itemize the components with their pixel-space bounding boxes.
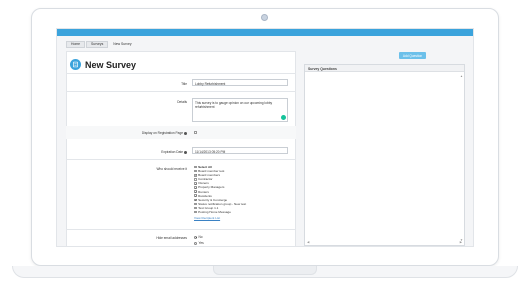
grammarly-icon[interactable] xyxy=(281,115,286,120)
recipient-option[interactable]: Posting Home Message xyxy=(194,210,246,214)
breadcrumb-surveys[interactable]: Surveys xyxy=(86,40,109,48)
top-navigation-bar xyxy=(57,29,473,36)
details-label: Details xyxy=(177,100,187,104)
recipients-list: Select All Board member test Board membe… xyxy=(194,165,246,220)
survey-questions-header: Survey Questions xyxy=(305,65,464,72)
hide-email-label: Hide email addresses xyxy=(156,236,187,240)
recipient-checkbox[interactable] xyxy=(194,173,197,177)
recipients-label: Who should receive it xyxy=(156,167,187,171)
page-title: New Survey xyxy=(85,59,137,70)
survey-icon xyxy=(70,59,81,70)
divider xyxy=(66,73,296,74)
radio-yes[interactable] xyxy=(194,241,197,245)
title-input[interactable]: Lobby Refurbishment xyxy=(192,79,288,86)
details-textarea[interactable]: This survey is to gauge opinion on our u… xyxy=(192,98,288,122)
hide-email-options: No Yes xyxy=(194,235,204,245)
hide-email-yes-option[interactable]: Yes xyxy=(194,241,204,245)
recipient-checkbox[interactable] xyxy=(194,186,197,189)
page-header: New Survey xyxy=(70,59,136,70)
laptop-notch xyxy=(213,266,317,275)
breadcrumb: Home Surveys New Survey xyxy=(66,40,137,48)
scroll-left-icon[interactable]: ◀ xyxy=(307,240,309,244)
recipient-checkbox[interactable] xyxy=(194,165,197,169)
expiration-date-input[interactable]: 11/14/2013 05:20 PM xyxy=(192,147,288,154)
divider xyxy=(66,91,296,92)
camera-icon xyxy=(261,14,268,21)
breadcrumb-current: New Survey xyxy=(113,42,132,46)
recipient-checkbox[interactable] xyxy=(194,206,197,210)
info-icon xyxy=(184,150,187,154)
add-question-button[interactable]: Add Question xyxy=(399,52,426,59)
recipient-checkbox[interactable] xyxy=(194,198,197,202)
horizontal-scrollbar[interactable]: ◀ ▶ xyxy=(307,240,462,244)
breadcrumb-home[interactable]: Home xyxy=(66,40,86,48)
recipient-checkbox[interactable] xyxy=(194,169,197,173)
info-icon xyxy=(184,131,187,135)
divider xyxy=(66,159,296,160)
divider xyxy=(66,229,296,230)
title-label: Title xyxy=(181,82,187,86)
display-registration-label: Display on Registration Page xyxy=(57,131,187,135)
hide-email-no-option[interactable]: No xyxy=(194,235,204,239)
recipient-checkbox[interactable] xyxy=(194,190,197,193)
scroll-up-icon[interactable]: ▲ xyxy=(460,74,463,78)
screen: Home Surveys New Survey Add Question Sur… xyxy=(56,28,474,247)
recipient-checkbox[interactable] xyxy=(194,182,197,185)
scroll-right-icon[interactable]: ▶ xyxy=(460,240,462,244)
display-registration-checkbox[interactable] xyxy=(194,131,197,134)
recipient-checkbox[interactable] xyxy=(194,202,197,206)
recipient-checkbox[interactable] xyxy=(194,194,197,197)
radio-no[interactable] xyxy=(194,235,197,239)
expiration-label: Expiration Date xyxy=(57,150,187,154)
vertical-scrollbar[interactable]: ▲ ▼ xyxy=(460,74,463,242)
view-recipient-list-link[interactable]: View Recipient List xyxy=(194,216,220,220)
recipient-checkbox[interactable] xyxy=(194,178,197,181)
survey-questions-panel: Survey Questions ▲ ▼ ◀ ▶ xyxy=(304,64,465,246)
recipient-checkbox[interactable] xyxy=(194,210,197,214)
